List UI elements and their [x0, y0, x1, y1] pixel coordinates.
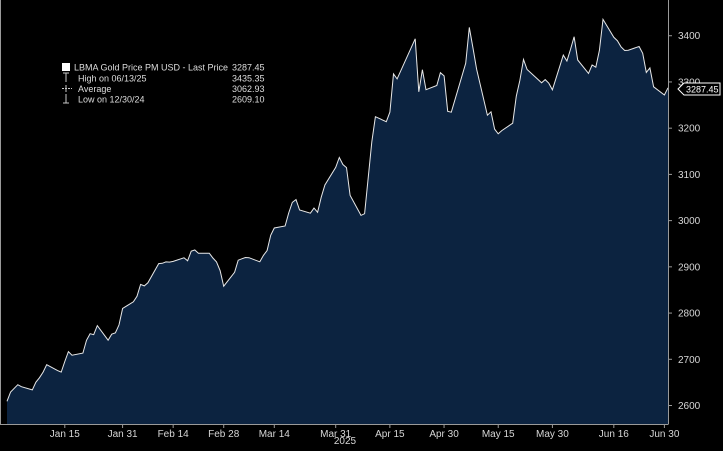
- x-tick-label: Jun 30: [649, 429, 679, 440]
- x-tick-label: Jun 16: [599, 429, 629, 440]
- y-tick-label: 3100: [678, 170, 701, 181]
- year-label: 2025: [334, 436, 357, 447]
- legend-high-value: 3435.35: [232, 74, 265, 84]
- legend: LBMA Gold Price PM USD - Last Price 3287…: [57, 60, 275, 108]
- x-tick-label: Jan 15: [50, 429, 80, 440]
- legend-low-label: Low on 12/30/24: [78, 95, 145, 105]
- legend-series-value: 3287.45: [232, 63, 265, 73]
- legend-low-value: 2609.10: [232, 95, 265, 105]
- x-tick-label: Feb 14: [158, 429, 190, 440]
- y-tick-label: 3400: [678, 31, 701, 42]
- legend-series-swatch: [62, 63, 70, 71]
- x-tick-label: Feb 28: [208, 429, 240, 440]
- legend-average-label: Average: [78, 84, 111, 94]
- legend-high-label: High on 06/13/25: [78, 74, 147, 84]
- y-tick-label: 2700: [678, 355, 701, 366]
- x-tick-label: May 30: [536, 429, 569, 440]
- x-tick-label: Jan 31: [108, 429, 138, 440]
- legend-series-label: LBMA Gold Price PM USD - Last Price: [74, 63, 228, 73]
- gold-price-chart: 260027002800290030003100320033003400 Jan…: [0, 0, 723, 451]
- y-tick-label: 2800: [678, 309, 701, 320]
- x-tick-label: Mar 14: [259, 429, 291, 440]
- x-tick-label: Apr 15: [375, 429, 405, 440]
- y-tick-label: 2600: [678, 401, 701, 412]
- last-value-label: 3287.45: [686, 85, 719, 95]
- x-tick-label: Apr 30: [429, 429, 459, 440]
- y-tick-label: 2900: [678, 262, 701, 273]
- legend-average-value: 3062.93: [232, 84, 265, 94]
- y-tick-label: 3200: [678, 124, 701, 135]
- last-value-marker: 3287.45: [677, 82, 721, 96]
- y-tick-label: 3000: [678, 216, 701, 227]
- x-tick-label: May 15: [482, 429, 515, 440]
